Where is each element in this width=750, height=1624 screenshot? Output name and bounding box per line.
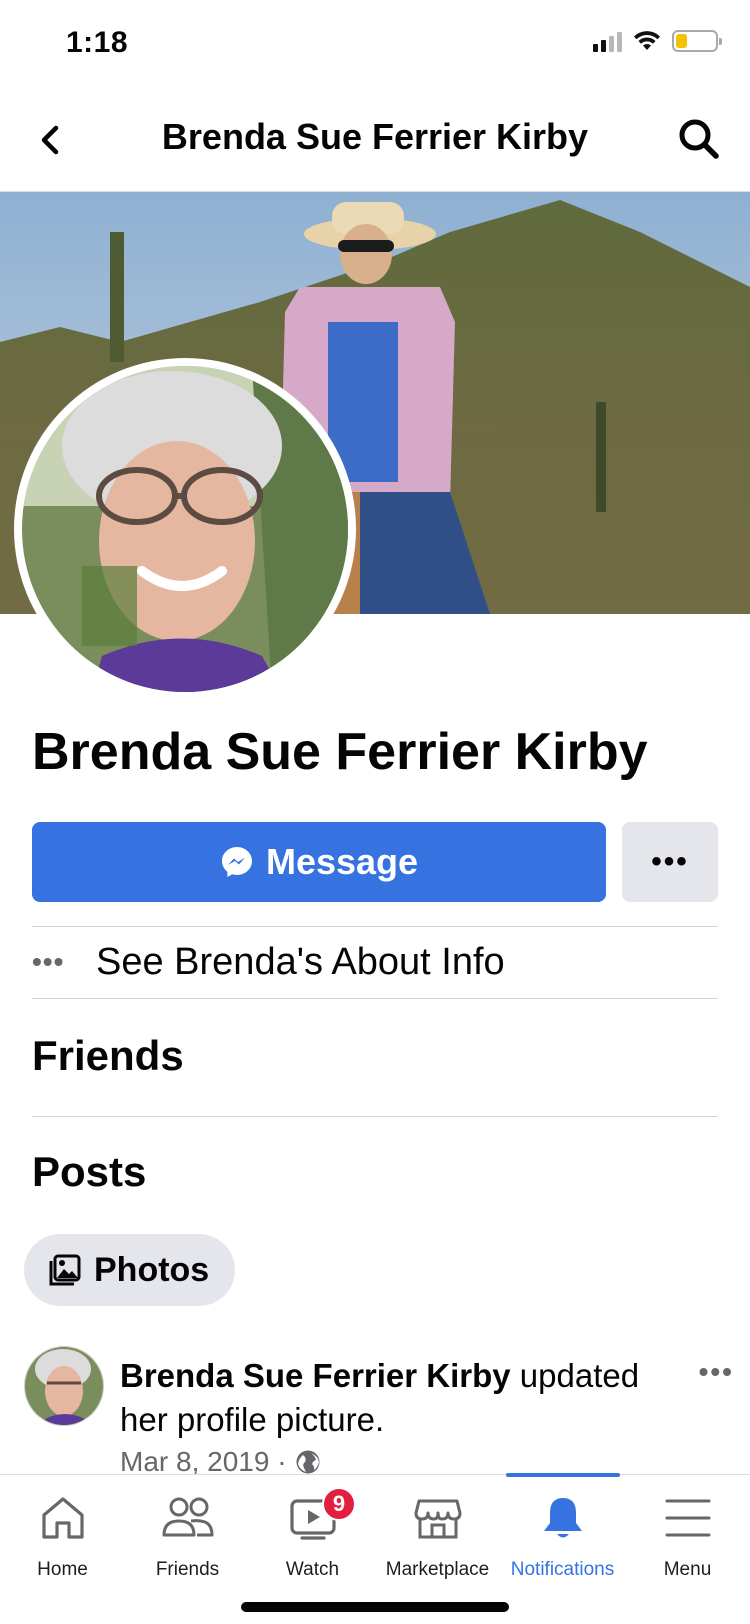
profile-photo-image: [22, 366, 348, 692]
profile-more-button[interactable]: •••: [622, 822, 718, 902]
friends-section-title: Friends: [32, 1032, 184, 1079]
friends-icon: [162, 1497, 213, 1537]
messenger-icon: [221, 847, 252, 877]
author-avatar-image: [25, 1347, 103, 1425]
nav-home[interactable]: Home: [0, 1475, 125, 1595]
photos-icon: [49, 1254, 81, 1286]
status-bar: 1:18: [0, 0, 750, 90]
home-indicator[interactable]: [241, 1602, 509, 1612]
nav-friends[interactable]: Friends: [125, 1475, 250, 1595]
nav-watch-label: Watch: [285, 1559, 340, 1580]
home-icon: [41, 1497, 84, 1539]
nav-marketplace[interactable]: Marketplace: [375, 1475, 500, 1595]
status-time: 1:18: [66, 26, 129, 59]
profile-picture[interactable]: [14, 358, 356, 700]
search-icon[interactable]: [676, 116, 722, 162]
cellular-signal-icon: [593, 30, 622, 52]
nav-notifications[interactable]: Notifications: [500, 1475, 625, 1595]
marketplace-icon: [414, 1499, 461, 1539]
nav-menu[interactable]: Menu: [625, 1475, 750, 1595]
menu-icon: [665, 1499, 710, 1537]
photos-chip-label: Photos: [94, 1250, 210, 1289]
post-author-name[interactable]: Brenda Sue Ferrier Kirby: [120, 1357, 511, 1394]
wifi-icon: [634, 31, 660, 50]
about-info-label: See Brenda's About Info: [96, 940, 505, 983]
battery-icon: [672, 30, 722, 52]
photos-chip[interactable]: Photos: [24, 1234, 236, 1306]
nav-watch[interactable]: 9 Watch: [250, 1475, 375, 1595]
message-button-label: Message: [265, 841, 419, 882]
divider: [32, 998, 718, 999]
about-info-link[interactable]: ••• See Brenda's About Info: [32, 926, 718, 998]
profile-name: Brenda Sue Ferrier Kirby: [32, 723, 648, 781]
header-title: Brenda Sue Ferrier Kirby: [161, 116, 589, 157]
nav-home-label: Home: [37, 1559, 88, 1580]
watch-badge: 9: [322, 1487, 356, 1521]
bell-icon: [543, 1498, 582, 1538]
posts-section-title: Posts: [32, 1148, 147, 1195]
top-header: Brenda Sue Ferrier Kirby: [0, 90, 750, 192]
nav-menu-label: Menu: [663, 1559, 712, 1580]
more-dots-icon: •••: [32, 946, 65, 977]
message-button[interactable]: Message: [32, 822, 606, 902]
nav-marketplace-label: Marketplace: [385, 1559, 490, 1580]
post-text: Brenda Sue Ferrier Kirby updated her pro…: [120, 1354, 660, 1442]
status-icons: [593, 30, 722, 52]
divider: [32, 1116, 718, 1117]
globe-icon: [296, 1450, 320, 1474]
post-author-avatar[interactable]: [24, 1346, 104, 1426]
nav-friends-label: Friends: [155, 1559, 220, 1580]
nav-notifications-label: Notifications: [510, 1559, 615, 1580]
post-more-button[interactable]: •••: [699, 1356, 734, 1388]
